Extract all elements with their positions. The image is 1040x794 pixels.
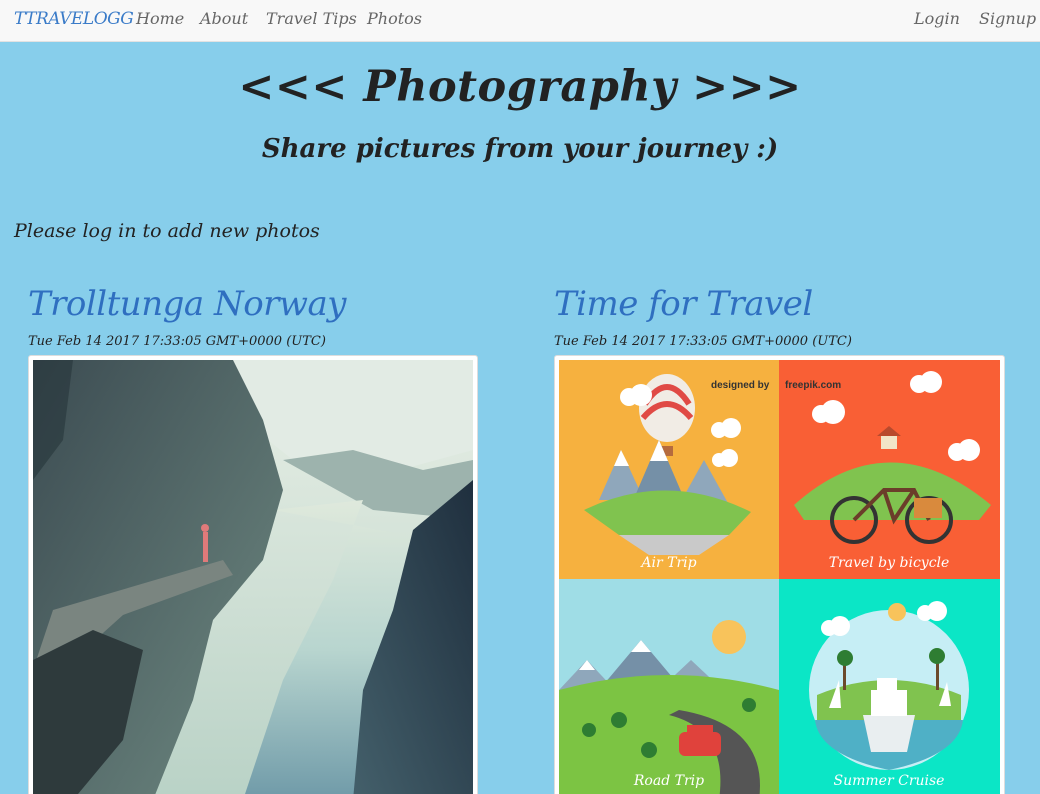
panel-label-bicycle: Travel by bicycle <box>829 555 950 571</box>
brand-logo-link[interactable]: TTRAVELOGG <box>14 0 134 42</box>
nav-travel-tips-link[interactable]: Travel Tips <box>266 0 357 42</box>
hiker-figure <box>203 532 208 562</box>
nav-login-link[interactable]: Login <box>914 0 960 42</box>
nav-about-link[interactable]: About <box>200 0 248 42</box>
post-date: Tue Feb 14 2017 17:33:05 GMT+0000 (UTC) <box>554 334 852 349</box>
panel-label-road-trip: Road Trip <box>633 773 704 789</box>
top-navbar: TTRAVELOGG Home About Travel Tips Photos… <box>0 0 1040 42</box>
panel-label-air-trip: Air Trip <box>639 555 696 571</box>
login-notice: Please log in to add new photos <box>14 220 320 242</box>
page-subtitle: Share pictures from your journey :) <box>261 134 779 164</box>
post-date: Tue Feb 14 2017 17:33:05 GMT+0000 (UTC) <box>28 334 326 349</box>
page-title: <<< Photography >>> <box>238 62 802 112</box>
nav-home-link[interactable]: Home <box>136 0 184 42</box>
post-title-link[interactable]: Trolltunga Norway <box>28 284 347 324</box>
freepik-brand: freepik.com <box>785 380 841 391</box>
nav-photos-link[interactable]: Photos <box>367 0 422 42</box>
nav-signup-link[interactable]: Signup <box>979 0 1036 42</box>
trolltunga-photo[interactable] <box>28 355 478 794</box>
freepik-credit: designed by <box>711 380 770 391</box>
travel-poster-image[interactable]: designed by freepik.com Air Trip Travel … <box>554 355 1005 794</box>
panel-label-summer-cruise: Summer Cruise <box>834 773 945 789</box>
post-title-link[interactable]: Time for Travel <box>554 284 813 324</box>
